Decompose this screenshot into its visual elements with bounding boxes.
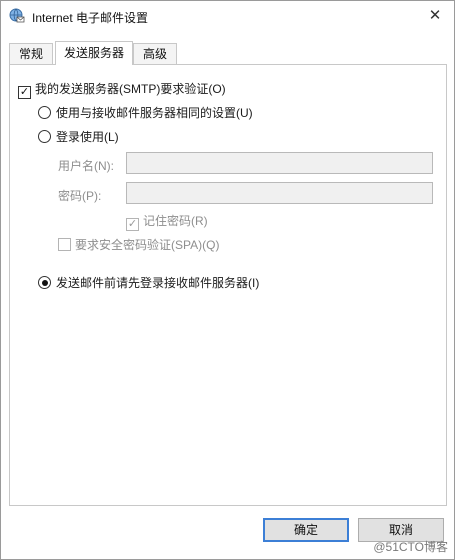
username-input[interactable] bbox=[126, 152, 433, 174]
remember-password-label: 记住密码(R) bbox=[143, 214, 208, 228]
spa-label: 要求安全密码验证(SPA)(Q) bbox=[75, 238, 220, 252]
tab-advanced[interactable]: 高级 bbox=[133, 43, 177, 64]
password-label: 密码(P): bbox=[58, 189, 102, 203]
title-bar: Internet 电子邮件设置 ✕ bbox=[1, 1, 454, 31]
close-button[interactable]: ✕ bbox=[424, 5, 446, 27]
spa-checkbox[interactable] bbox=[58, 238, 71, 251]
log-on-using-label: 登录使用(L) bbox=[56, 130, 119, 144]
outgoing-server-panel: ✓ 我的发送服务器(SMTP)要求验证(O) 使用与接收邮件服务器相同的设置(U)… bbox=[9, 64, 447, 506]
log-on-using-option[interactable]: 登录使用(L) bbox=[38, 129, 119, 145]
email-settings-dialog: Internet 电子邮件设置 ✕ 常规 发送服务器 高级 ✓ 我的发送服务器(S… bbox=[0, 0, 455, 560]
globe-mail-icon bbox=[9, 8, 25, 23]
log-on-incoming-first-radio[interactable] bbox=[38, 276, 51, 289]
same-as-incoming-label: 使用与接收邮件服务器相同的设置(U) bbox=[56, 106, 253, 120]
log-on-incoming-first-label: 发送邮件前请先登录接收邮件服务器(I) bbox=[56, 276, 260, 290]
smtp-auth-checkbox[interactable]: ✓ bbox=[18, 86, 31, 99]
ok-button[interactable]: 确定 bbox=[263, 518, 349, 542]
tab-outgoing-server[interactable]: 发送服务器 bbox=[55, 41, 133, 65]
smtp-auth-label: 我的发送服务器(SMTP)要求验证(O) bbox=[35, 82, 226, 96]
watermark-text: @51CTO博客 bbox=[373, 540, 448, 554]
tab-strip: 常规 发送服务器 高级 bbox=[9, 41, 449, 65]
remember-password-option[interactable]: ✓ 记住密码(R) bbox=[126, 213, 208, 231]
smtp-auth-option[interactable]: ✓ 我的发送服务器(SMTP)要求验证(O) bbox=[18, 81, 226, 99]
username-label: 用户名(N): bbox=[58, 159, 114, 173]
spa-option[interactable]: 要求安全密码验证(SPA)(Q) bbox=[58, 237, 219, 253]
log-on-incoming-first-option[interactable]: 发送邮件前请先登录接收邮件服务器(I) bbox=[38, 275, 259, 291]
tab-general[interactable]: 常规 bbox=[9, 43, 53, 64]
log-on-using-radio[interactable] bbox=[38, 130, 51, 143]
dialog-title: Internet 电子邮件设置 bbox=[32, 11, 149, 25]
password-input[interactable] bbox=[126, 182, 433, 204]
remember-password-checkbox[interactable]: ✓ bbox=[126, 218, 139, 231]
same-as-incoming-option[interactable]: 使用与接收邮件服务器相同的设置(U) bbox=[38, 105, 253, 121]
same-as-incoming-radio[interactable] bbox=[38, 106, 51, 119]
